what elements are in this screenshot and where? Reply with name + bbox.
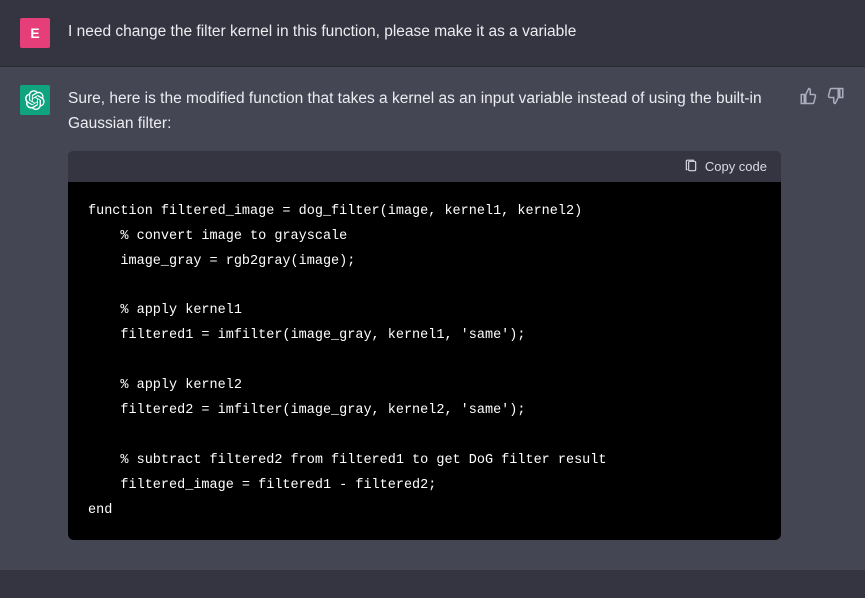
code-body[interactable]: function filtered_image = dog_filter(ima…	[68, 182, 781, 541]
assistant-avatar	[20, 85, 50, 115]
openai-logo-icon	[25, 90, 45, 110]
thumbs-down-icon[interactable]	[827, 87, 845, 105]
user-content: I need change the filter kernel in this …	[68, 18, 845, 48]
user-initial: E	[30, 25, 39, 41]
assistant-reply-text: Sure, here is the modified function that…	[68, 87, 781, 137]
assistant-message: Sure, here is the modified function that…	[0, 67, 865, 570]
assistant-content: Sure, here is the modified function that…	[68, 85, 781, 540]
copy-code-label: Copy code	[705, 159, 767, 174]
feedback-actions	[799, 85, 845, 540]
copy-code-button[interactable]: Copy code	[684, 159, 767, 174]
code-header: Copy code	[68, 151, 781, 182]
user-message: E I need change the filter kernel in thi…	[0, 0, 865, 67]
code-block: Copy code function filtered_image = dog_…	[68, 151, 781, 541]
user-prompt-text: I need change the filter kernel in this …	[68, 20, 845, 45]
clipboard-icon	[684, 159, 698, 173]
thumbs-up-icon[interactable]	[799, 87, 817, 105]
user-avatar: E	[20, 18, 50, 48]
